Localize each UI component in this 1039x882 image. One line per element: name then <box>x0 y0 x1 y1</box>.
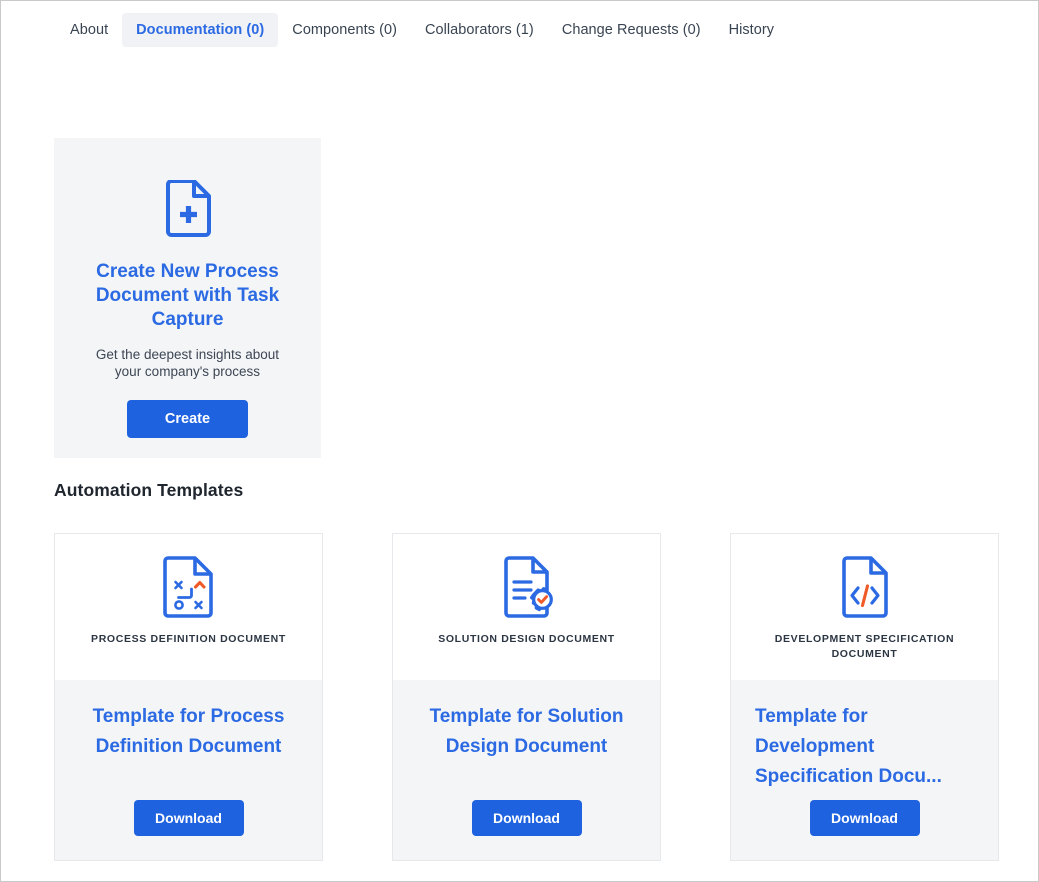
template-card-title: Template for Process Definition Document <box>92 706 285 757</box>
create-card-title: Create New Process Document with Task Ca… <box>95 261 280 330</box>
page-frame: About Documentation (0) Components (0) C… <box>0 0 1039 882</box>
template-card-body: Template for Solution Design Document Do… <box>393 680 660 860</box>
template-card-header: PROCESS DEFINITION DOCUMENT <box>55 534 322 680</box>
create-card-subtitle: Get the deepest insights about your comp… <box>95 347 280 379</box>
template-card-header: SOLUTION DESIGN DOCUMENT <box>393 534 660 680</box>
template-card-list: PROCESS DEFINITION DOCUMENT Template for… <box>54 533 1000 861</box>
create-button[interactable]: Create <box>127 400 248 438</box>
automation-templates-heading: Automation Templates <box>54 480 244 500</box>
document-gear-check-icon <box>499 556 555 618</box>
download-button[interactable]: Download <box>809 800 920 836</box>
tab-about[interactable]: About <box>56 13 122 47</box>
template-card-actions: Download <box>417 800 636 836</box>
template-card-label: PROCESS DEFINITION DOCUMENT <box>91 633 286 645</box>
document-strategy-icon <box>161 556 217 618</box>
create-process-document-card[interactable]: Create New Process Document with Task Ca… <box>54 138 321 458</box>
template-card-development-specification[interactable]: DEVELOPMENT SPECIFICATION DOCUMENT Templ… <box>730 533 999 861</box>
document-plus-icon <box>164 179 212 238</box>
tab-history[interactable]: History <box>715 13 788 47</box>
template-card-title: Template for Solution Design Document <box>429 706 624 757</box>
template-card-solution-design[interactable]: SOLUTION DESIGN DOCUMENT Template for So… <box>392 533 661 861</box>
tab-change-requests[interactable]: Change Requests (0) <box>548 13 715 47</box>
template-card-label: DEVELOPMENT SPECIFICATION DOCUMENT <box>774 633 955 660</box>
template-card-process-definition[interactable]: PROCESS DEFINITION DOCUMENT Template for… <box>54 533 323 861</box>
download-button[interactable]: Download <box>471 800 582 836</box>
template-card-label: SOLUTION DESIGN DOCUMENT <box>438 633 615 645</box>
document-code-icon <box>837 556 893 618</box>
template-card-header: DEVELOPMENT SPECIFICATION DOCUMENT <box>731 534 998 680</box>
template-card-title: Template for Development Specification D… <box>755 706 942 787</box>
tabbar: About Documentation (0) Components (0) C… <box>1 1 1038 57</box>
template-card-actions: Download <box>755 800 974 836</box>
template-card-body: Template for Development Specification D… <box>731 680 998 860</box>
template-card-actions: Download <box>79 800 298 836</box>
download-button[interactable]: Download <box>133 800 244 836</box>
tab-collaborators[interactable]: Collaborators (1) <box>411 13 548 47</box>
template-card-body: Template for Process Definition Document… <box>55 680 322 860</box>
tab-components[interactable]: Components (0) <box>278 13 411 47</box>
tab-documentation[interactable]: Documentation (0) <box>122 13 279 47</box>
